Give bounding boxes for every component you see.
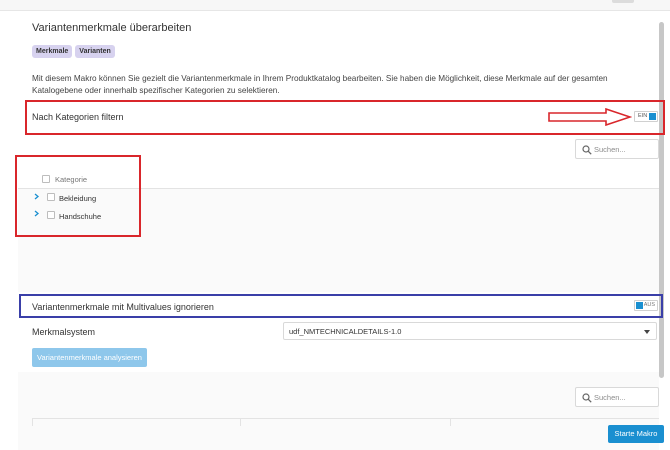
merkmalsystem-selected-value: udf_NMTECHNICALDETAILS-1.0 xyxy=(289,327,402,336)
table-column-divider xyxy=(240,418,241,426)
table-column-divider xyxy=(450,418,451,426)
search-placeholder: Suchen... xyxy=(594,145,626,154)
search-placeholder: Suchen... xyxy=(594,393,626,402)
table-column-divider xyxy=(32,418,33,426)
category-search-input[interactable]: Suchen... xyxy=(575,139,659,159)
annotation-box-multivalues xyxy=(19,294,663,318)
window-top-bar xyxy=(0,0,670,11)
annotation-box-categories xyxy=(15,155,141,237)
annotation-arrow-icon xyxy=(548,108,632,126)
page-description: Mit diesem Makro können Sie gezielt die … xyxy=(32,74,608,95)
vertical-scrollbar[interactable] xyxy=(659,22,664,378)
analyse-variants-button[interactable]: Variantenmerkmale analysieren xyxy=(32,348,147,367)
page-title: Variantenmerkmale überarbeiten xyxy=(32,22,192,34)
results-table-header-line xyxy=(32,418,659,419)
tag-varianten: Varianten xyxy=(75,45,115,58)
tag-list: Merkmale Varianten xyxy=(32,45,115,58)
results-search-input[interactable]: Suchen... xyxy=(575,387,659,407)
caret-down-icon xyxy=(644,330,650,334)
search-icon xyxy=(582,145,592,155)
merkmalsystem-select[interactable]: udf_NMTECHNICALDETAILS-1.0 xyxy=(283,322,657,340)
top-bar-handle xyxy=(612,0,634,3)
merkmalsystem-label: Merkmalsystem xyxy=(32,327,96,337)
tag-merkmale: Merkmale xyxy=(32,45,73,58)
start-macro-button[interactable]: Starte Makro xyxy=(608,425,664,443)
search-icon xyxy=(582,393,592,403)
